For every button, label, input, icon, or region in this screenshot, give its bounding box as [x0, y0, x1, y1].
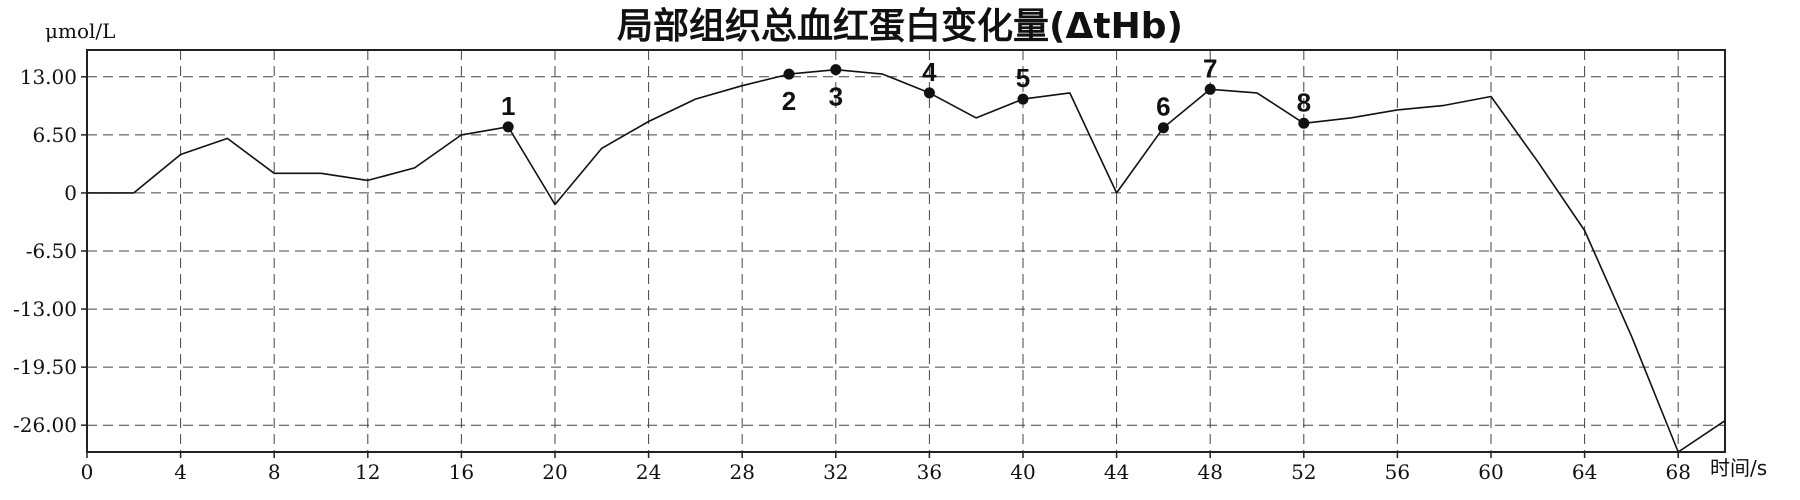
x-tick-label: 60	[1478, 460, 1503, 484]
marker-label: 2	[782, 86, 796, 116]
marker-point	[923, 87, 935, 99]
y-tick-label: -13.00	[13, 297, 77, 321]
series-line	[87, 68, 1726, 453]
x-tick-label: 68	[1665, 460, 1690, 484]
x-tick-label: 40	[1010, 460, 1035, 484]
x-tick-label: 24	[636, 460, 661, 484]
y-axis-ticks: 13.00 6.50 0 -6.50 -13.00 -19.50 -26.00	[13, 65, 87, 437]
marker-label: 1	[501, 91, 515, 121]
marker-point	[1017, 93, 1029, 105]
marker-label: 4	[922, 57, 937, 87]
x-tick-label: 44	[1104, 460, 1129, 484]
marker-label: 7	[1203, 53, 1217, 83]
marker-point	[502, 121, 514, 133]
y-tick-label: 0	[64, 181, 77, 205]
x-tick-label: 20	[542, 460, 567, 484]
y-tick-label: -19.50	[13, 355, 77, 379]
series-layer	[87, 68, 1726, 453]
marker-point	[1157, 122, 1169, 134]
x-tick-label: 4	[174, 460, 187, 484]
x-tick-label: 28	[729, 460, 754, 484]
chart-container: 局部组织总血红蛋白变化量(ΔtHb) μmol/L 13.00 6.50 0 -6.5…	[0, 0, 1800, 500]
marker-label: 8	[1297, 87, 1311, 117]
line-chart: 局部组织总血红蛋白变化量(ΔtHb) μmol/L 13.00 6.50 0 -6.5…	[13, 5, 1767, 484]
marker-point	[1204, 83, 1216, 95]
grid-lines	[87, 50, 1725, 452]
y-tick-label: 6.50	[32, 123, 77, 147]
marker-label: 6	[1156, 92, 1170, 122]
x-tick-label: 0	[81, 460, 94, 484]
x-tick-label: 16	[449, 460, 474, 484]
marker-point	[830, 64, 842, 76]
markers-layer: 1 2 3 4 5 6 7 8	[501, 53, 1311, 134]
y-tick-label: -6.50	[26, 239, 77, 263]
x-tick-label: 48	[1197, 460, 1222, 484]
marker-label: 3	[829, 82, 843, 112]
chart-title: 局部组织总血红蛋白变化量(ΔtHb)	[617, 5, 1183, 47]
x-tick-label: 12	[355, 460, 380, 484]
x-tick-label: 64	[1572, 460, 1597, 484]
x-tick-label: 32	[823, 460, 848, 484]
x-axis-title: 时间/s	[1710, 456, 1767, 480]
marker-label: 5	[1016, 63, 1030, 93]
marker-point	[783, 68, 795, 80]
x-tick-label: 8	[268, 460, 281, 484]
x-axis-ticks: 0 4 8 12 16 20 24 28 32 36 40 44 48 52 56 60 64 68	[81, 452, 1691, 484]
y-tick-label: -26.00	[13, 413, 77, 437]
y-tick-label: 13.00	[20, 65, 77, 89]
x-tick-label: 36	[917, 460, 942, 484]
x-tick-label: 56	[1385, 460, 1410, 484]
y-axis-unit-label: μmol/L	[45, 19, 115, 43]
x-tick-label: 52	[1291, 460, 1316, 484]
marker-point	[1298, 117, 1310, 129]
